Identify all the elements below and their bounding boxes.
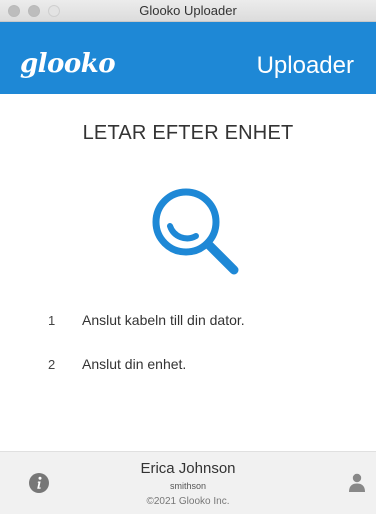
step-item: 2 Anslut din enhet.: [48, 354, 348, 398]
status-heading: LETAR EFTER ENHET: [82, 122, 294, 144]
window-title: Glooko Uploader: [139, 3, 237, 18]
step-number: 2: [48, 357, 56, 372]
user-id: smithson: [169, 481, 206, 491]
title-bar[interactable]: Glooko Uploader: [0, 0, 376, 22]
step-text: Anslut din enhet.: [82, 356, 187, 372]
user-icon[interactable]: [348, 473, 366, 493]
copyright-text: ©2021 Glooko Inc.: [146, 496, 230, 507]
user-name: Erica Johnson: [140, 460, 236, 477]
instruction-steps: 1 Anslut kabeln till din dator. 2 Anslut…: [48, 310, 348, 398]
search-magnifier-icon: [152, 188, 239, 275]
app-window: Glooko Uploader glooko Uploader LETAR EF…: [0, 0, 376, 514]
glooko-logo: glooko: [20, 49, 116, 79]
header-title: Uploader: [256, 52, 354, 79]
app-header: glooko Uploader: [0, 22, 376, 94]
step-text: Anslut kabeln till din dator.: [82, 312, 245, 328]
footer: Erica Johnson smithson ©2021 Glooko Inc.: [0, 451, 376, 514]
step-number: 1: [48, 313, 56, 328]
step-item: 1 Anslut kabeln till din dator.: [48, 310, 348, 354]
